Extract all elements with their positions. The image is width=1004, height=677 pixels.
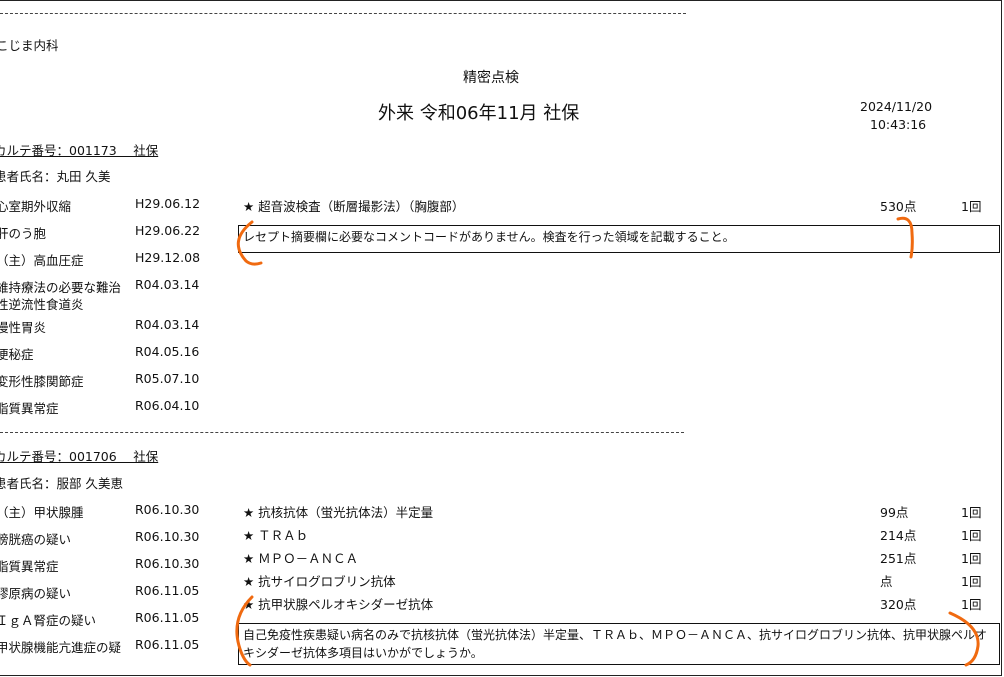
- procedure-count: 1回: [961, 574, 982, 589]
- diagnosis-date: R06.10.30: [135, 502, 200, 517]
- procedure-count: 1回: [961, 528, 982, 543]
- diagnosis-date: R04.05.16: [135, 344, 200, 359]
- chart-number: カルテ番号：001706 社保: [0, 449, 159, 464]
- diagnosis-date: R06.11.05: [135, 637, 200, 652]
- diagnosis-name: 慢性胃炎: [0, 320, 47, 335]
- procedure-name: ★ ＴＲＡｂ: [243, 528, 309, 543]
- patient-name: 患者氏名：丸田 久美: [0, 169, 111, 184]
- procedure-points: 99点: [880, 505, 909, 520]
- procedure-points: 点: [880, 574, 893, 589]
- diagnosis-name: 変形性膝関節症: [0, 374, 84, 389]
- separator-top: [0, 13, 686, 14]
- diagnosis-date: R06.11.05: [135, 610, 200, 625]
- procedure-points: 214点: [880, 528, 917, 543]
- diagnosis-date: R06.10.30: [135, 556, 200, 571]
- diagnosis-name: （主）甲状腺腫: [0, 505, 84, 520]
- procedure-name: ★ ＭＰＯ－ＡＮＣＡ: [243, 551, 359, 566]
- report-page: こじま内科 精密点検 外来 令和06年11月 社保 2024/11/20 10:…: [0, 0, 1002, 676]
- procedure-points: 251点: [880, 551, 917, 566]
- diagnosis-date: R06.10.30: [135, 529, 200, 544]
- diagnosis-name: 甲状腺機能亢進症の疑い: [0, 640, 122, 655]
- procedure-name: ★ 抗サイログロブリン抗体: [243, 574, 396, 589]
- diagnosis-date: H29.12.08: [135, 250, 201, 265]
- procedure-count: 1回: [961, 505, 982, 520]
- report-subtitle: 外来 令和06年11月 社保: [378, 103, 580, 124]
- procedure-count: 1回: [961, 597, 982, 612]
- diagnosis-date: R04.03.14: [135, 317, 200, 332]
- diagnosis-name: 便秘症: [0, 347, 34, 362]
- chart-number: カルテ番号：001173 社保: [0, 143, 159, 158]
- print-time: 10:43:16: [870, 117, 927, 132]
- procedure-name: ★ 超音波検査（断層撮影法）（胸腹部）: [243, 199, 465, 214]
- diagnosis-name-line2: 性逆流性食道炎: [0, 297, 84, 312]
- diagnosis-name: 脂質異常症: [0, 401, 59, 416]
- diagnosis-name: 膀胱癌の疑い: [0, 532, 72, 547]
- diagnosis-date: H29.06.22: [135, 223, 201, 238]
- diagnosis-name: （主）高血圧症: [0, 253, 84, 268]
- report-title: 精密点検: [463, 70, 519, 86]
- diagnosis-date: H29.06.12: [135, 196, 201, 211]
- print-date: 2024/11/20: [860, 99, 933, 114]
- procedure-name: ★ 抗甲状腺ペルオキシダーゼ抗体: [243, 597, 434, 612]
- clinic-name: こじま内科: [0, 38, 59, 53]
- diagnosis-date: R06.04.10: [135, 398, 200, 413]
- diagnosis-name: ＩｇＡ腎症の疑い: [0, 613, 97, 628]
- procedure-points: 320点: [880, 597, 917, 612]
- comment-box: レセプト摘要欄に必要なコメントコードがありません。検査を行った領域を記載すること…: [238, 225, 1000, 253]
- diagnosis-name: 肝のう胞: [0, 226, 47, 241]
- diagnosis-name: 脂質異常症: [0, 559, 59, 574]
- patient-name: 患者氏名：服部 久美恵: [0, 476, 123, 491]
- comment-box: 自己免疫性疾患疑い病名のみで抗核抗体（蛍光抗体法）半定量、ＴＲＡｂ、ＭＰＯ－ＡＮ…: [238, 623, 1000, 665]
- diagnosis-date: R05.07.10: [135, 371, 200, 386]
- procedure-count: 1回: [961, 199, 982, 214]
- diagnosis-date: R06.11.05: [135, 583, 200, 598]
- separator-middle: [0, 432, 684, 433]
- diagnosis-date: R04.03.14: [135, 277, 200, 292]
- diagnosis-name: 心室期外収縮: [0, 199, 72, 214]
- procedure-name: ★ 抗核抗体（蛍光抗体法）半定量: [243, 505, 434, 520]
- procedure-count: 1回: [961, 551, 982, 566]
- procedure-points: 530点: [880, 199, 917, 214]
- diagnosis-name: 膠原病の疑い: [0, 586, 72, 601]
